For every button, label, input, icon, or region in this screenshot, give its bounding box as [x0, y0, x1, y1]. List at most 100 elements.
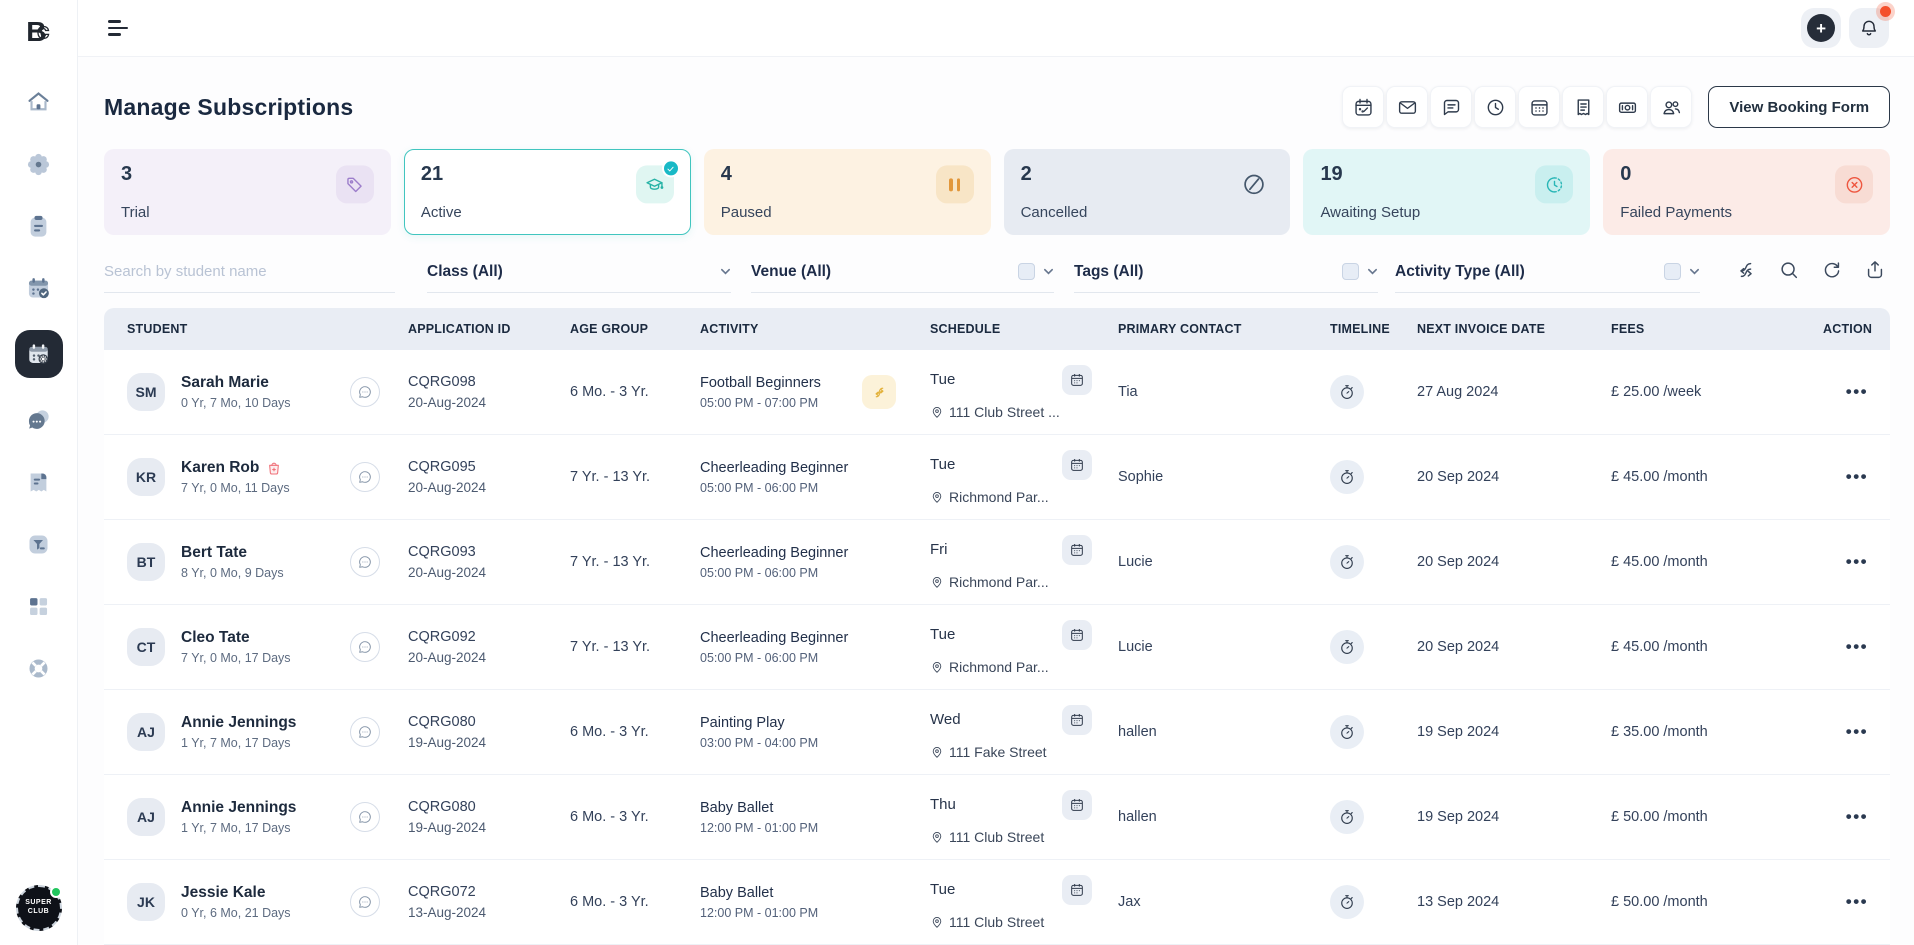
activity-time: 12:00 PM - 01:00 PM — [700, 821, 862, 835]
view-booking-form-button[interactable]: View Booking Form — [1708, 86, 1890, 128]
chat-bubble-icon — [357, 469, 373, 485]
message-student-button[interactable] — [350, 887, 380, 917]
calendar-button[interactable] — [1062, 535, 1092, 565]
menu-toggle-icon[interactable] — [108, 20, 130, 36]
avatar-text-line1: SUPER — [25, 899, 52, 908]
student-cell: AJ Annie Jennings 1 Yr, 7 Mo, 17 Days — [127, 713, 350, 751]
sidebar-item-help[interactable] — [19, 648, 59, 688]
cash-icon[interactable] — [1606, 86, 1648, 128]
table-row: AJ Annie Jennings 1 Yr, 7 Mo, 17 Days CQ… — [104, 690, 1890, 775]
row-actions-button[interactable]: ••• — [1823, 382, 1872, 402]
refresh-icon[interactable] — [1817, 255, 1847, 285]
table-row: SM Sarah Marie 0 Yr, 7 Mo, 10 Days CQRG0… — [104, 350, 1890, 435]
schedule-day: Fri — [930, 541, 948, 558]
calendar-icon — [1069, 627, 1085, 643]
sidebar-item-bookings[interactable] — [19, 268, 59, 308]
calendar-button[interactable] — [1062, 365, 1092, 395]
tags-select-all-checkbox[interactable] — [1342, 263, 1359, 280]
timeline-button[interactable] — [1330, 460, 1364, 494]
calendar-edit-icon[interactable] — [1342, 86, 1384, 128]
next-invoice-date: 27 Aug 2024 — [1417, 384, 1611, 400]
calendar-button[interactable] — [1062, 705, 1092, 735]
calendar-button[interactable] — [1062, 620, 1092, 650]
stat-card-trial[interactable]: 3 Trial — [104, 149, 391, 235]
row-actions-button[interactable]: ••• — [1823, 637, 1872, 657]
row-actions-button[interactable]: ••• — [1823, 892, 1872, 912]
user-avatar[interactable]: SUPER CLUB — [16, 885, 62, 931]
swap-badge[interactable] — [862, 375, 896, 409]
invoice-list-icon[interactable] — [1562, 86, 1604, 128]
sidebar-item-notes[interactable] — [19, 206, 59, 246]
stopwatch-icon — [1338, 893, 1356, 911]
sidebar-item-subscriptions[interactable] — [15, 330, 63, 378]
brand-logo[interactable]: B c — [17, 10, 61, 54]
fees: £ 35.00 /month — [1611, 724, 1823, 740]
search-input[interactable] — [104, 263, 395, 280]
tags-filter[interactable]: Tags (All) — [1074, 251, 1378, 293]
next-invoice-date: 19 Sep 2024 — [1417, 809, 1611, 825]
sidebar-item-dashboard[interactable] — [19, 586, 59, 626]
comment-icon[interactable] — [1430, 86, 1472, 128]
users-icon[interactable] — [1650, 86, 1692, 128]
student-avatar: AJ — [127, 798, 165, 836]
table-row: CT Cleo Tate 7 Yr, 0 Mo, 17 Days CQRG092… — [104, 605, 1890, 690]
timeline-button[interactable] — [1330, 375, 1364, 409]
timeline-button[interactable] — [1330, 800, 1364, 834]
message-student-button[interactable] — [350, 632, 380, 662]
col-age-group: AGE GROUP — [570, 322, 700, 336]
mail-icon[interactable] — [1386, 86, 1428, 128]
schedule-cell: Tue Richmond Par... — [930, 620, 1118, 675]
age-group: 7 Yr. - 13 Yr. — [570, 639, 700, 655]
calendar-icon — [1069, 457, 1085, 473]
table-row: KR Karen Rob 7 Yr, 0 Mo, 11 Days CQRG095… — [104, 435, 1890, 520]
search-icon[interactable] — [1774, 255, 1804, 285]
schedule-day: Wed — [930, 711, 961, 728]
timeline-button[interactable] — [1330, 545, 1364, 579]
stat-card-active[interactable]: 21 Active — [404, 149, 691, 235]
swap-columns-icon[interactable] — [1731, 255, 1761, 285]
calendar-button[interactable] — [1062, 790, 1092, 820]
graduation-icon — [636, 165, 674, 203]
class-filter[interactable]: Class (All) — [427, 251, 731, 293]
message-student-button[interactable] — [350, 377, 380, 407]
home-icon — [25, 89, 52, 116]
notifications-button[interactable] — [1849, 8, 1889, 48]
calendar-icon — [1069, 542, 1085, 558]
venue-filter[interactable]: Venue (All) — [751, 251, 1054, 293]
message-student-button[interactable] — [350, 547, 380, 577]
sidebar-item-reports[interactable] — [19, 524, 59, 564]
row-actions-button[interactable]: ••• — [1823, 467, 1872, 487]
swap-icon — [871, 384, 888, 401]
export-icon[interactable] — [1860, 255, 1890, 285]
calendar-button[interactable] — [1062, 875, 1092, 905]
activity-name: Cheerleading Beginner — [700, 460, 862, 476]
stat-card-failed-payments[interactable]: 0 Failed Payments — [1603, 149, 1890, 235]
message-student-button[interactable] — [350, 717, 380, 747]
plus-icon: + — [1807, 14, 1835, 42]
row-actions-button[interactable]: ••• — [1823, 552, 1872, 572]
stat-card-cancelled[interactable]: 2 Cancelled — [1004, 149, 1291, 235]
calendar-grid-icon[interactable] — [1518, 86, 1560, 128]
timeline-button[interactable] — [1330, 885, 1364, 919]
timeline-button[interactable] — [1330, 715, 1364, 749]
venue-select-all-checkbox[interactable] — [1018, 263, 1035, 280]
sidebar-item-settings[interactable] — [19, 144, 59, 184]
activity-select-all-checkbox[interactable] — [1664, 263, 1681, 280]
message-student-button[interactable] — [350, 802, 380, 832]
row-actions-button[interactable]: ••• — [1823, 722, 1872, 742]
activity-type-filter[interactable]: Activity Type (All) — [1395, 251, 1700, 293]
col-fees: FEES — [1611, 322, 1823, 336]
sidebar-item-invoices[interactable] — [19, 462, 59, 502]
sidebar-item-home[interactable] — [19, 82, 59, 122]
sidebar-item-messages[interactable] — [19, 400, 59, 440]
timeline-button[interactable] — [1330, 630, 1364, 664]
student-age: 0 Yr, 7 Mo, 10 Days — [181, 396, 291, 410]
calendar-button[interactable] — [1062, 450, 1092, 480]
add-button[interactable]: + — [1801, 8, 1841, 48]
message-student-button[interactable] — [350, 462, 380, 492]
notification-dot — [1880, 6, 1891, 17]
clock-icon[interactable] — [1474, 86, 1516, 128]
stat-card-paused[interactable]: 4 Paused — [704, 149, 991, 235]
row-actions-button[interactable]: ••• — [1823, 807, 1872, 827]
stat-card-awaiting-setup[interactable]: 19 Awaiting Setup — [1303, 149, 1590, 235]
